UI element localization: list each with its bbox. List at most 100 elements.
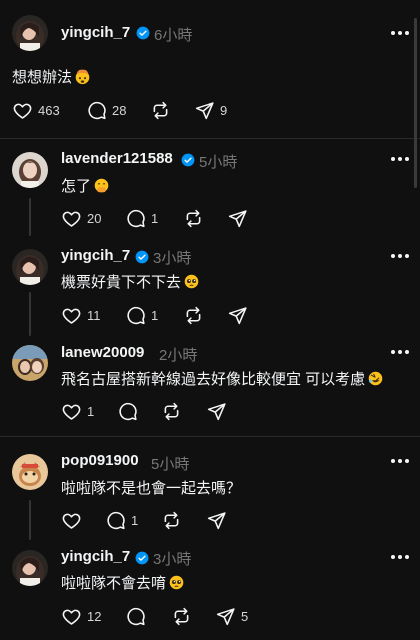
repost-icon — [174, 607, 189, 625]
avatar[interactable] — [12, 550, 48, 586]
post-text: 機票好貴下不下去 — [61, 271, 200, 292]
comment-button[interactable] — [117, 400, 138, 422]
avatar[interactable] — [12, 15, 48, 51]
comment-bubble-icon — [127, 607, 145, 625]
comment-count: 1 — [131, 512, 139, 528]
send-icon — [228, 306, 247, 324]
pleading-face-emoji-icon — [184, 274, 199, 289]
heart-icon — [62, 308, 81, 324]
like-button[interactable]: 20 — [61, 207, 101, 229]
timestamp: 3小時 — [153, 551, 192, 568]
timestamp: 5小時 — [199, 154, 238, 171]
repost-icon — [153, 101, 168, 119]
username[interactable]: yingcih_7 — [61, 247, 130, 264]
repost-button[interactable] — [183, 304, 204, 326]
comment-button[interactable]: 28 — [86, 99, 126, 121]
share-count: 5 — [241, 608, 249, 624]
username[interactable]: lanew20009 — [61, 344, 144, 361]
like-count: 20 — [87, 210, 102, 226]
repost-button[interactable] — [183, 207, 204, 229]
username[interactable]: lavender121588 — [61, 150, 173, 167]
more-icon[interactable] — [390, 349, 410, 355]
repost-button[interactable] — [161, 509, 182, 531]
send-icon — [228, 209, 247, 227]
verified-badge-icon — [136, 26, 150, 40]
share-button[interactable]: 9 — [194, 99, 227, 121]
comment-bubble-icon — [107, 511, 125, 529]
heart-icon — [62, 404, 81, 420]
heart-icon — [13, 103, 32, 119]
comment-count: 28 — [112, 102, 127, 118]
like-count: 12 — [87, 608, 102, 624]
exploding-head-emoji-icon — [75, 69, 90, 85]
scrollbar[interactable] — [414, 18, 417, 188]
timestamp: 3小時 — [153, 250, 192, 267]
share-button[interactable] — [206, 400, 227, 422]
rolling-on-floor-laughing-emoji-icon — [368, 371, 383, 386]
repost-icon — [186, 209, 201, 227]
like-count: 463 — [38, 102, 60, 118]
verified-badge-icon — [181, 153, 195, 167]
send-icon — [195, 101, 214, 119]
verified-badge-icon — [135, 551, 149, 565]
share-button[interactable] — [227, 304, 248, 326]
heart-icon — [62, 211, 81, 227]
like-button[interactable]: 12 — [61, 605, 101, 627]
like-button[interactable]: 463 — [12, 99, 60, 121]
thread-line — [29, 292, 31, 336]
more-icon[interactable] — [390, 554, 410, 560]
repost-icon — [164, 402, 179, 420]
like-button[interactable]: 1 — [61, 400, 94, 422]
send-icon — [207, 511, 226, 529]
comment-button[interactable]: 1 — [125, 304, 158, 326]
comment-button[interactable]: 1 — [125, 207, 158, 229]
hand-over-mouth-emoji-icon — [94, 178, 109, 193]
divider — [0, 436, 420, 437]
username[interactable]: yingcih_7 — [61, 24, 130, 41]
avatar[interactable] — [12, 249, 48, 285]
repost-button[interactable] — [171, 605, 192, 627]
more-icon[interactable] — [390, 458, 410, 464]
more-icon[interactable] — [390, 30, 410, 36]
share-button[interactable] — [227, 207, 248, 229]
repost-icon — [186, 306, 201, 324]
timestamp: 5小時 — [151, 456, 190, 473]
share-button[interactable]: 5 — [215, 605, 248, 627]
post-text: 啦啦隊不是也會一起去嗎？ — [61, 480, 242, 497]
timestamp: 6小時 — [154, 27, 193, 44]
comment-count: 1 — [151, 210, 159, 226]
repost-button[interactable] — [150, 99, 171, 121]
post-text: 怎了 — [61, 175, 110, 196]
comment-count: 1 — [151, 307, 159, 323]
thread-line — [29, 198, 31, 236]
share-button[interactable] — [206, 509, 227, 531]
send-icon — [207, 402, 226, 420]
post-text: 啦啦隊不會去唷 — [61, 572, 185, 593]
heart-icon — [62, 513, 81, 529]
comment-button[interactable] — [125, 605, 146, 627]
like-button[interactable] — [61, 509, 82, 531]
more-icon[interactable] — [390, 253, 410, 259]
timestamp: 2小時 — [159, 347, 198, 364]
comment-button[interactable]: 1 — [105, 509, 138, 531]
comment-bubble-icon — [127, 209, 145, 227]
post-text: 想想辦法 — [12, 66, 91, 87]
avatar[interactable] — [12, 152, 48, 188]
pleading-face-emoji-icon — [169, 575, 184, 590]
like-count: 1 — [87, 403, 95, 419]
heart-icon — [62, 609, 81, 625]
verified-badge-icon — [135, 250, 149, 264]
comment-bubble-icon — [119, 402, 137, 420]
avatar[interactable] — [12, 345, 48, 381]
username[interactable]: yingcih_7 — [61, 548, 130, 565]
comment-bubble-icon — [127, 306, 145, 324]
thread-line — [29, 500, 31, 540]
like-button[interactable]: 11 — [61, 304, 101, 326]
more-icon[interactable] — [390, 156, 410, 162]
send-icon — [216, 607, 235, 625]
avatar[interactable] — [12, 454, 48, 490]
comment-bubble-icon — [88, 101, 106, 119]
divider — [0, 138, 420, 139]
repost-button[interactable] — [161, 400, 182, 422]
username[interactable]: pop091900 — [61, 452, 139, 469]
